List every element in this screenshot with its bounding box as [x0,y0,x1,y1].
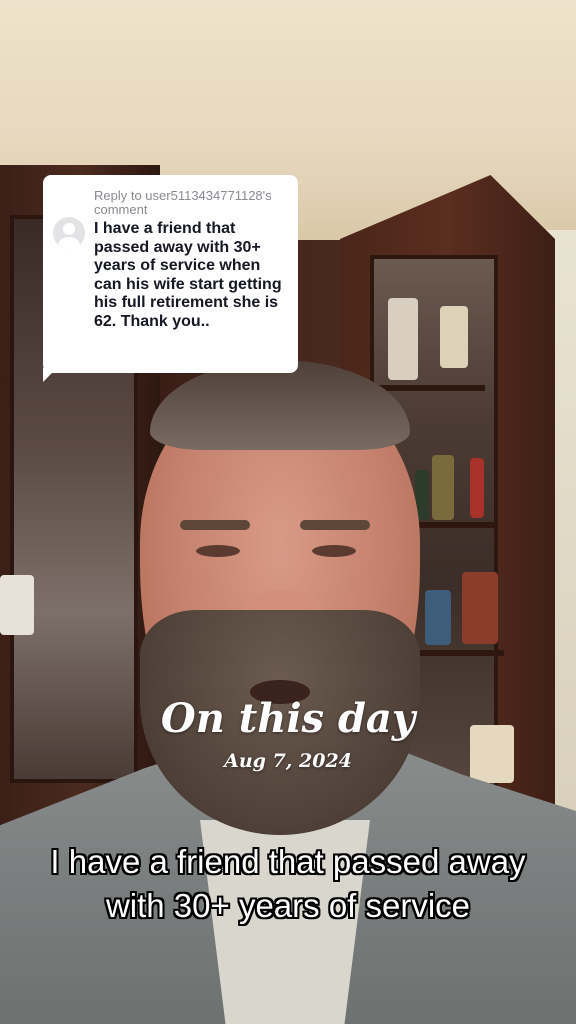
shelf [412,650,504,656]
eye [312,545,356,557]
avatar-body-shape [58,237,80,249]
reply-comment-sticker[interactable]: Reply to user5113434771128's comment I h… [43,175,298,373]
video-caption: I have a friend that passed away with 30… [50,843,526,924]
jar [425,590,451,645]
avatar-head-shape [63,223,75,235]
eye [196,545,240,557]
reply-bubble-tail [43,368,57,382]
eyebrow [180,520,250,530]
eyebrow [300,520,370,530]
jar [462,572,498,644]
video-frame[interactable]: Reply to user5113434771128's comment I h… [0,0,576,1024]
reply-comment-text: I have a friend that passed away with 30… [94,220,282,330]
jar [440,306,468,368]
jar [388,298,418,380]
jar [432,455,454,520]
on-this-day-title: On this day [160,695,416,742]
shelf [375,385,485,391]
jar [470,458,484,518]
mug [0,575,34,635]
reply-header: Reply to user5113434771128's comment [94,188,272,217]
user-avatar-icon [53,217,85,249]
on-this-day-date: Aug 7, 2024 [224,750,352,772]
